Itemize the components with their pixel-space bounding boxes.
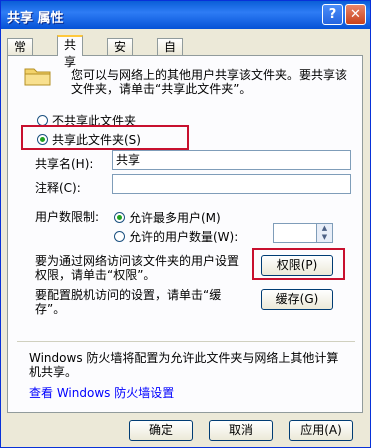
spin-up-icon[interactable]: ▲ [317,224,332,233]
allowed-users-label: 允许的用户数量(W): [129,230,239,244]
title-bar[interactable]: 共享 属性 ? ✕ [1,1,370,29]
window-title: 共享 属性 [7,11,64,26]
user-count-input[interactable] [273,223,317,243]
radio-allowed-users[interactable]: 允许的用户数量(W): [114,228,238,245]
firewall-text: Windows 防火墙将配置为允许此文件夹与网络上其他计算机共享。 [29,351,339,379]
properties-dialog: 共享 属性 ? ✕ 常规 共享 安全 自定义 您可以与网络上的其他用户共享该文件… [0,0,371,448]
help-icon[interactable]: ? [322,4,343,25]
close-icon[interactable]: ✕ [345,4,366,25]
user-limit-label: 用户数限制: [35,210,100,224]
apply-button[interactable]: 应用(A) [289,420,353,441]
radio-max-users[interactable]: 允许最多用户(M) [114,209,221,226]
tab-security[interactable]: 安全 [107,38,134,71]
cancel-button[interactable]: 取消 [209,420,273,441]
caching-text: 要配置脱机访问的设置，请单击“缓存”。 [35,288,222,316]
divider [17,341,355,342]
ok-button[interactable]: 确定 [129,420,193,441]
spin-down-icon[interactable]: ▼ [317,233,332,242]
tab-general[interactable]: 常规 [7,38,34,71]
user-count-spinner[interactable]: ▲ ▼ [316,223,333,243]
share-name-label: 共享名(H): [35,157,94,171]
max-users-label: 允许最多用户(M) [129,211,221,225]
highlight-share-option [21,125,189,150]
tab-customize[interactable]: 自定义 [157,38,184,88]
share-name-input[interactable]: 共享 [112,150,351,170]
intro-text: 您可以与网络上的其他用户共享该文件夹。要共享该文件夹，请单击“共享此文件夹”。 [71,68,348,96]
tab-sharing[interactable]: 共享 [57,35,84,69]
highlight-permissions-button [252,248,345,280]
permissions-text: 要为通过网络访问该文件夹的用户设置权限，请单击“权限”。 [35,254,240,282]
comment-input[interactable] [112,174,351,194]
firewall-settings-link[interactable]: 查看 Windows 防火墙设置 [29,384,174,401]
caching-button[interactable]: 缓存(G) [261,289,333,310]
comment-label: 注释(C): [35,181,81,195]
radio-button[interactable] [114,231,125,242]
radio-button-selected[interactable] [114,212,125,223]
shared-folder-icon [24,68,51,86]
